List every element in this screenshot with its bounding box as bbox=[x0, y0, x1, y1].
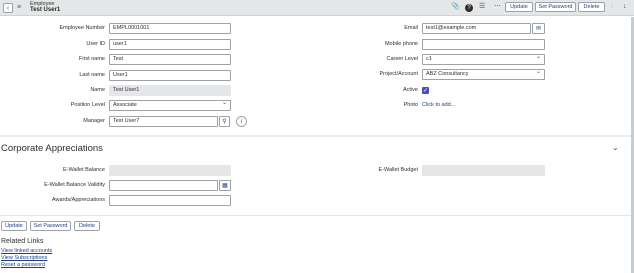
employee-form: Employee Number EMPL0001001 User ID user… bbox=[0, 17, 634, 135]
first-name-label: First name bbox=[79, 56, 105, 62]
photo-add-link[interactable]: Click to add... bbox=[422, 100, 455, 111]
manager-lookup-button[interactable]: ⚲ bbox=[219, 116, 230, 127]
paperclip-icon[interactable]: 📎 bbox=[451, 3, 460, 10]
mobile-phone-label: Mobile phone bbox=[384, 41, 418, 47]
calendar-icon: ▦ bbox=[222, 183, 228, 189]
mobile-phone-field[interactable] bbox=[422, 39, 545, 50]
back-button[interactable]: ‹ bbox=[3, 3, 13, 13]
delete-button[interactable]: Delete bbox=[578, 2, 605, 12]
corporate-appreciations-title: Corporate Appreciations bbox=[1, 143, 103, 154]
name-field: Test User1 bbox=[109, 85, 231, 96]
email-field[interactable]: test1@example.com bbox=[422, 23, 531, 34]
name-label: Name bbox=[90, 87, 105, 93]
view-subscriptions-link[interactable]: View Subscriptions bbox=[1, 255, 47, 261]
career-level-select[interactable]: c1 bbox=[422, 54, 545, 65]
activity-stream-icon[interactable]: ☰ bbox=[479, 3, 485, 10]
help-icon[interactable]: ? bbox=[465, 4, 473, 12]
bottom-update-button[interactable]: Update bbox=[1, 221, 27, 231]
project-account-select[interactable]: ABZ Consultancy bbox=[422, 69, 545, 80]
update-button[interactable]: Update bbox=[505, 2, 533, 12]
email-button[interactable]: ✉ bbox=[532, 23, 545, 34]
employee-number-label: Employee Number bbox=[59, 25, 105, 31]
search-icon: ⚲ bbox=[222, 119, 227, 125]
footer-separator bbox=[0, 215, 634, 216]
view-linked-accounts-link[interactable]: View linked accounts bbox=[1, 248, 52, 254]
info-icon: i bbox=[240, 118, 243, 125]
e-wallet-budget-field bbox=[422, 165, 545, 176]
e-wallet-balance-label: E-Wallet Balance bbox=[63, 167, 105, 173]
awards-field[interactable] bbox=[109, 195, 231, 206]
email-label: Email bbox=[404, 25, 418, 31]
last-name-field[interactable]: User1 bbox=[109, 70, 231, 81]
reset-password-link[interactable]: Reset a password bbox=[1, 262, 45, 268]
hamburger-icon[interactable]: ≡ bbox=[17, 4, 21, 11]
date-picker-button[interactable]: ▦ bbox=[219, 180, 231, 191]
e-wallet-budget-label: E-Wallet Budget bbox=[378, 167, 418, 173]
chevron-down-icon[interactable]: ⌄ bbox=[612, 143, 619, 152]
arrow-down-icon[interactable]: ↓ bbox=[623, 3, 627, 10]
active-checkbox[interactable]: ✓ bbox=[422, 87, 429, 94]
form-header: ‹ ≡ Employee Test User1 📎 ? ☰ ⋯ Update S… bbox=[0, 0, 634, 16]
set-password-button[interactable]: Set Password bbox=[535, 2, 576, 12]
related-links-title: Related Links bbox=[1, 238, 44, 245]
project-account-label: Project/Account bbox=[379, 71, 418, 77]
position-level-select[interactable]: Associate bbox=[109, 100, 231, 111]
envelope-icon: ✉ bbox=[535, 26, 542, 32]
active-label: Active bbox=[403, 87, 418, 93]
user-id-label: User ID bbox=[86, 41, 105, 47]
user-id-field[interactable]: user1 bbox=[109, 39, 231, 50]
e-wallet-validity-label: E-Wallet Balance Validity bbox=[44, 182, 105, 188]
arrow-up-icon[interactable]: ↑ bbox=[610, 3, 614, 10]
photo-label: Photo bbox=[403, 102, 418, 108]
manager-field[interactable]: Test User7 bbox=[109, 116, 218, 127]
career-level-label: Career Level bbox=[386, 56, 419, 62]
bottom-delete-button[interactable]: Delete bbox=[74, 221, 100, 231]
last-name-label: Last name bbox=[79, 72, 105, 78]
chevron-left-icon: ‹ bbox=[6, 4, 10, 12]
first-name-field[interactable]: Test bbox=[109, 54, 231, 65]
form-subtitle: Test User1 bbox=[30, 7, 61, 13]
ellipsis-icon[interactable]: ⋯ bbox=[494, 3, 501, 10]
e-wallet-validity-field[interactable] bbox=[109, 180, 218, 191]
bottom-set-password-button[interactable]: Set Password bbox=[30, 221, 71, 231]
manager-info-button[interactable]: i bbox=[236, 116, 247, 127]
employee-number-field[interactable]: EMPL0001001 bbox=[109, 23, 231, 34]
manager-label: Manager bbox=[83, 118, 105, 124]
section-divider bbox=[0, 135, 634, 137]
e-wallet-balance-field bbox=[109, 165, 231, 176]
awards-label: Awards/Appreciations bbox=[51, 197, 105, 203]
position-level-label: Position Level bbox=[70, 102, 105, 108]
